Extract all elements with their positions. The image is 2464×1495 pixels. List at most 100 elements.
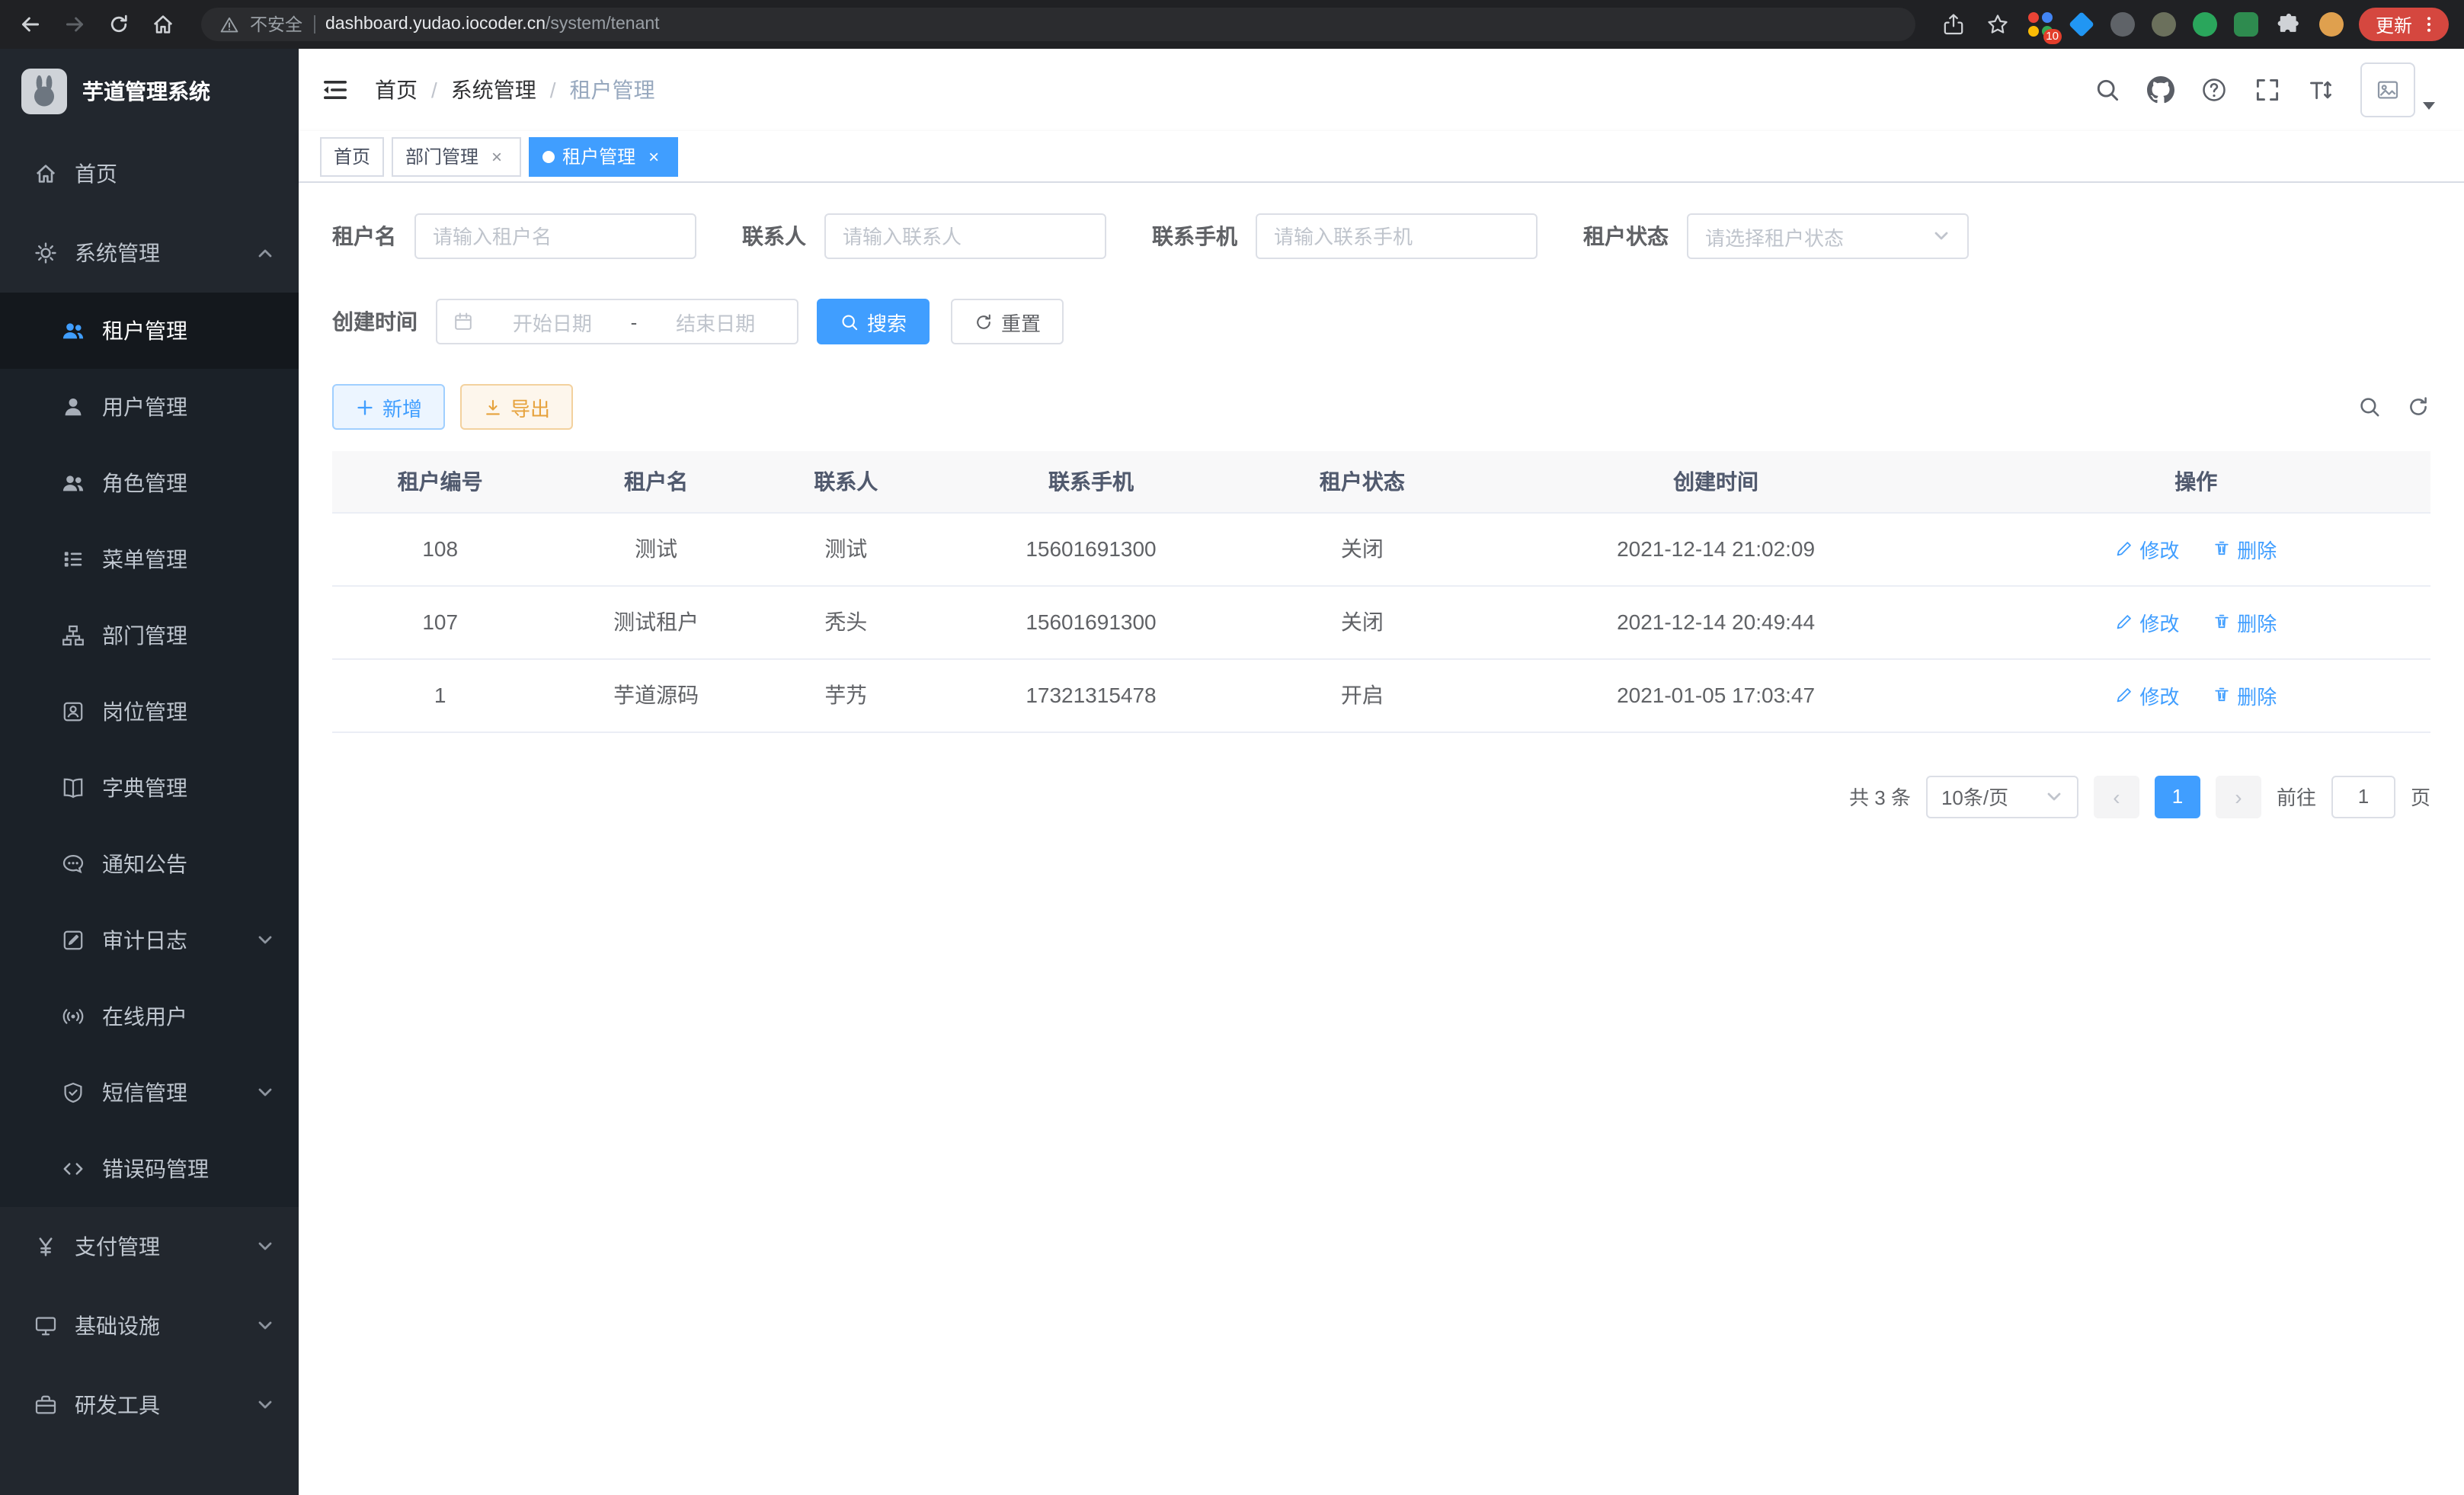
share-icon[interactable] bbox=[1938, 9, 1969, 40]
chevron-up-icon bbox=[256, 244, 274, 262]
sidebar-item-home[interactable]: 首页 bbox=[0, 134, 299, 213]
close-icon[interactable]: × bbox=[643, 146, 664, 167]
delete-button[interactable]: 删除 bbox=[2213, 680, 2277, 709]
trash-icon bbox=[2213, 539, 2231, 558]
help-icon[interactable] bbox=[2200, 76, 2228, 104]
sidebar-item-post[interactable]: 岗位管理 bbox=[0, 674, 299, 750]
delete-button[interactable]: 删除 bbox=[2213, 534, 2277, 563]
tab-tenant[interactable]: 租户管理 × bbox=[529, 136, 678, 176]
date-range-picker[interactable]: 开始日期 - 结束日期 bbox=[436, 299, 798, 344]
extension-diamond-icon[interactable] bbox=[2068, 11, 2095, 38]
breadcrumb-separator: / bbox=[550, 78, 556, 102]
menu-fold-icon[interactable] bbox=[320, 75, 350, 105]
delete-button[interactable]: 删除 bbox=[2213, 607, 2277, 636]
search-icon bbox=[840, 312, 859, 331]
sidebar-item-role[interactable]: 角色管理 bbox=[0, 445, 299, 521]
navbar-search-icon[interactable] bbox=[2094, 76, 2121, 104]
sidebar-item-label: 审计日志 bbox=[102, 925, 187, 956]
sidebar-item-devtools[interactable]: 研发工具 bbox=[0, 1365, 299, 1445]
browser-home-icon[interactable] bbox=[148, 9, 178, 40]
pen-icon bbox=[2115, 613, 2133, 631]
role-users-icon bbox=[61, 471, 85, 495]
browser-forward-icon[interactable] bbox=[59, 9, 90, 40]
sidebar-item-dict[interactable]: 字典管理 bbox=[0, 750, 299, 826]
sidebar-item-label: 基础设施 bbox=[75, 1311, 160, 1341]
tab-home[interactable]: 首页 bbox=[320, 136, 384, 176]
update-button[interactable]: 更新 bbox=[2359, 8, 2449, 41]
table-header-row: 租户编号 租户名 联系人 联系手机 租户状态 创建时间 操作 bbox=[332, 451, 2430, 512]
phone-input[interactable] bbox=[1256, 213, 1538, 259]
download-icon bbox=[483, 397, 503, 417]
square-glyph bbox=[2234, 12, 2258, 37]
profile-glyph bbox=[2319, 12, 2344, 37]
status-select[interactable]: 请选择租户状态 bbox=[1687, 213, 1969, 259]
close-icon[interactable]: × bbox=[486, 146, 507, 167]
edit-button[interactable]: 修改 bbox=[2115, 534, 2179, 563]
sidebar-item-menu[interactable]: 菜单管理 bbox=[0, 521, 299, 597]
address-bar[interactable]: 不安全 dashboard.yudao.iocoder.cn/system/te… bbox=[201, 8, 1915, 41]
extension-icon-green-circle[interactable] bbox=[2191, 11, 2219, 38]
sidebar-item-user[interactable]: 用户管理 bbox=[0, 369, 299, 445]
prev-page-button[interactable]: ‹ bbox=[2094, 775, 2139, 818]
browser-back-icon[interactable] bbox=[15, 9, 46, 40]
cell-tenant-id: 107 bbox=[332, 585, 548, 658]
sidebar-item-infra[interactable]: 基础设施 bbox=[0, 1286, 299, 1365]
navbar: 首页 / 系统管理 / 租户管理 bbox=[299, 49, 2464, 131]
cell-operations: 修改 删除 bbox=[1962, 658, 2430, 731]
sidebar-item-tenant[interactable]: 租户管理 bbox=[0, 293, 299, 369]
extension-icon-dark[interactable] bbox=[2109, 11, 2136, 38]
user-avatar-menu[interactable] bbox=[2360, 62, 2437, 117]
github-icon[interactable] bbox=[2147, 76, 2174, 104]
edit-button[interactable]: 修改 bbox=[2115, 680, 2179, 709]
field-label: 租户名 bbox=[332, 221, 396, 251]
field-label: 联系手机 bbox=[1152, 221, 1237, 251]
tab-dept[interactable]: 部门管理 × bbox=[392, 136, 521, 176]
sidebar-item-online-user[interactable]: 在线用户 bbox=[0, 978, 299, 1055]
extensions-puzzle-icon[interactable] bbox=[2274, 9, 2304, 40]
sidebar-item-audit-log[interactable]: 审计日志 bbox=[0, 902, 299, 978]
gear-icon bbox=[34, 241, 58, 265]
browser-menu-kebab-icon[interactable] bbox=[2418, 14, 2440, 35]
browser-reload-icon[interactable] bbox=[104, 9, 134, 40]
goto-page-input[interactable] bbox=[2331, 775, 2395, 818]
next-page-button[interactable]: › bbox=[2216, 775, 2261, 818]
sidebar-item-error-code[interactable]: 错误码管理 bbox=[0, 1131, 299, 1207]
add-button[interactable]: 新增 bbox=[332, 384, 445, 430]
toggle-search-icon[interactable] bbox=[2357, 395, 2382, 419]
search-button-label: 搜索 bbox=[867, 307, 907, 336]
fullscreen-icon[interactable] bbox=[2254, 76, 2281, 104]
app-logo[interactable]: 芋道管理系统 bbox=[0, 49, 299, 134]
cell-tenant-id: 1 bbox=[332, 658, 548, 731]
refresh-table-icon[interactable] bbox=[2406, 395, 2430, 419]
sidebar-item-system[interactable]: 系统管理 bbox=[0, 213, 299, 293]
breadcrumb-home[interactable]: 首页 bbox=[375, 75, 418, 105]
logo-avatar bbox=[21, 69, 67, 114]
reset-button[interactable]: 重置 bbox=[951, 299, 1064, 344]
bookmark-star-icon[interactable] bbox=[1982, 9, 2013, 40]
cell-tenant-name: 测试 bbox=[548, 512, 763, 585]
page-size-select[interactable]: 10条/页 bbox=[1926, 775, 2078, 818]
browser-profile-avatar[interactable] bbox=[2318, 11, 2345, 38]
url-path: /system/tenant bbox=[546, 15, 660, 34]
export-button[interactable]: 导出 bbox=[460, 384, 573, 430]
sidebar-item-sms[interactable]: 短信管理 bbox=[0, 1055, 299, 1131]
edit-button[interactable]: 修改 bbox=[2115, 607, 2179, 636]
chat-bubble-icon bbox=[61, 852, 85, 876]
font-size-icon[interactable] bbox=[2307, 76, 2334, 104]
column-header-name: 租户名 bbox=[548, 451, 763, 512]
extension-icon-green-square[interactable] bbox=[2232, 11, 2260, 38]
extension-dots-icon[interactable]: 10 bbox=[2027, 11, 2054, 38]
extension-icon-olive[interactable] bbox=[2150, 11, 2178, 38]
sidebar-item-payment[interactable]: 支付管理 bbox=[0, 1207, 299, 1286]
page-size-value: 10条/页 bbox=[1941, 782, 2008, 811]
search-button[interactable]: 搜索 bbox=[817, 299, 930, 344]
sidebar-item-dept[interactable]: 部门管理 bbox=[0, 597, 299, 674]
contact-input[interactable] bbox=[824, 213, 1106, 259]
page-1-button[interactable]: 1 bbox=[2155, 775, 2200, 818]
sidebar-item-notice[interactable]: 通知公告 bbox=[0, 826, 299, 902]
tenant-name-input[interactable] bbox=[414, 213, 696, 259]
breadcrumb-system[interactable]: 系统管理 bbox=[451, 75, 536, 105]
edit-label: 修改 bbox=[2139, 607, 2179, 636]
filter-tenant-name: 租户名 bbox=[332, 213, 696, 259]
page-unit-label: 页 bbox=[2411, 782, 2430, 811]
